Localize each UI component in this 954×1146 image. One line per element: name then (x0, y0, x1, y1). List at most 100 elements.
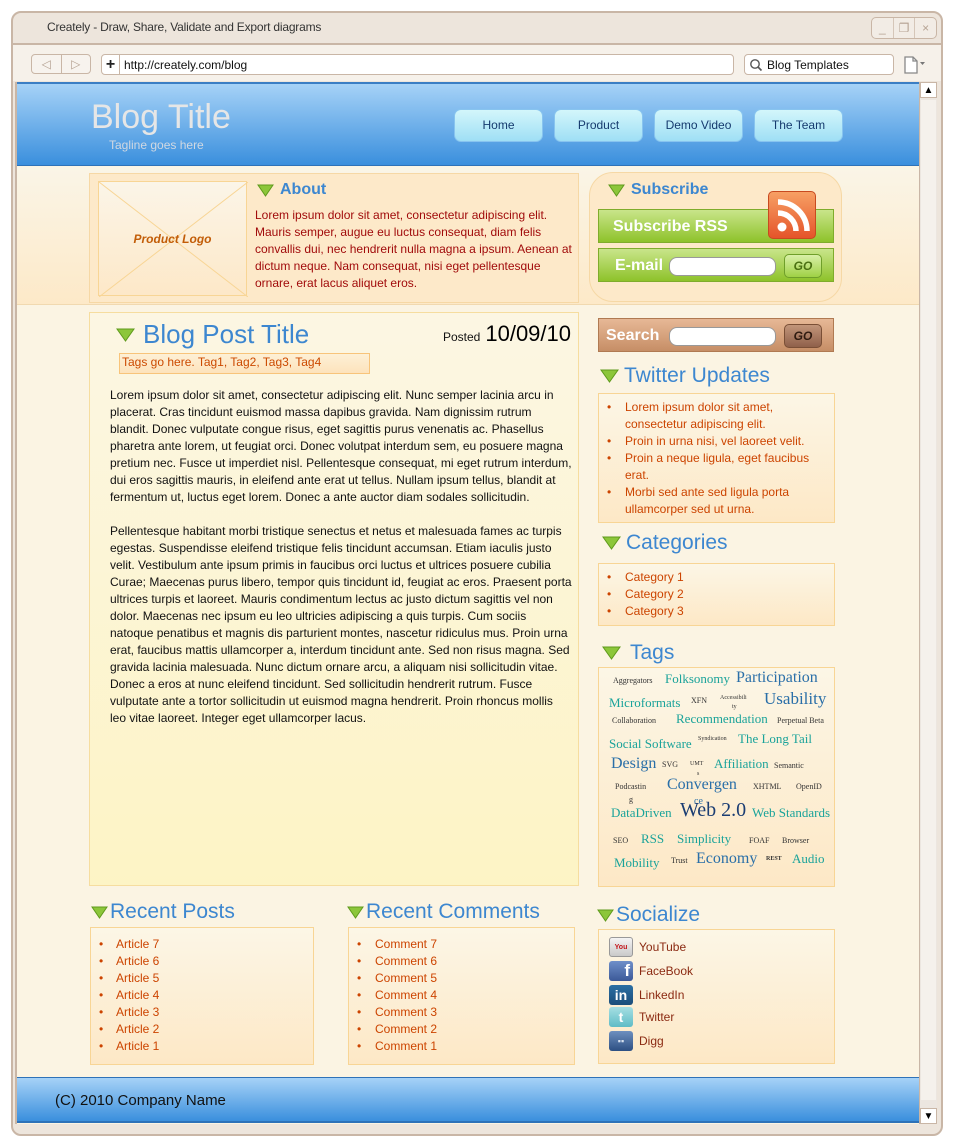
tweet-item[interactable]: • Lorem ipsum dolor sit amet, consectetur… (607, 399, 834, 433)
tag-link[interactable]: Design (611, 755, 656, 773)
recent-comment-item[interactable]: • Comment 3 (357, 1004, 574, 1021)
tag-link[interactable]: Browser (782, 836, 809, 845)
recent-comment-item[interactable]: • Comment 5 (357, 970, 574, 987)
email-go-button[interactable]: GO (784, 254, 822, 278)
tweet-item[interactable]: • Morbi sed ante sed ligula porta ullamco… (607, 484, 834, 518)
recent-comment-item[interactable]: • Comment 4 (357, 987, 574, 1004)
tag-link[interactable]: Trust (671, 856, 688, 865)
post-title[interactable]: Blog Post Title (143, 319, 309, 350)
tag-link[interactable]: Semantic (774, 761, 804, 770)
recent-post-item[interactable]: • Article 7 (99, 936, 313, 953)
tag-link[interactable]: Web 2.0 (680, 799, 746, 822)
url-text[interactable]: http://creately.com/blog (120, 58, 247, 72)
tag-link[interactable]: Collaboration (612, 716, 656, 725)
email-input[interactable] (669, 257, 776, 276)
tag-link[interactable]: XFN (691, 696, 707, 705)
tweet-item[interactable]: • Proin a neque ligula, eget faucibus era… (607, 450, 834, 484)
recent-comment-item[interactable]: • Comment 6 (357, 953, 574, 970)
tag-link[interactable]: Recommendation (676, 711, 768, 727)
recent-post-item[interactable]: • Article 5 (99, 970, 313, 987)
rss-icon[interactable] (768, 191, 816, 239)
about-title: About (280, 181, 327, 198)
scroll-thumb[interactable] (921, 100, 936, 1100)
browser-search-field[interactable]: Blog Templates (744, 54, 894, 75)
tag-link[interactable]: Perpetual Beta (777, 716, 824, 725)
category-item[interactable]: • Category 3 (607, 603, 834, 620)
vertical-scrollbar[interactable]: ▲ ▼ (919, 82, 937, 1124)
recent-post-item[interactable]: • Article 2 (99, 1021, 313, 1038)
tag-link[interactable]: Convergen (667, 776, 737, 794)
social-youtube[interactable]: You YouTube (609, 937, 686, 957)
forward-icon[interactable]: ▷ (62, 55, 91, 73)
tag-link[interactable]: ty (732, 704, 737, 710)
restore-icon[interactable]: ❐ (894, 18, 916, 38)
tag-link[interactable]: Economy (696, 850, 757, 868)
recent-posts-list: • Article 7 • Article 6 • Article 5 • Articl… (90, 927, 314, 1065)
back-icon[interactable]: ◁ (32, 55, 62, 73)
tag-link[interactable]: FOAF (749, 836, 769, 845)
plus-icon[interactable]: + (102, 55, 120, 74)
category-item[interactable]: • Category 2 (607, 586, 834, 603)
page-menu-icon[interactable] (903, 56, 927, 74)
blog-title[interactable]: Blog Title (91, 98, 231, 137)
recent-comment-item[interactable]: • Comment 1 (357, 1038, 574, 1055)
tag-link[interactable]: DataDriven (611, 805, 672, 821)
tag-link[interactable]: SVG (662, 760, 678, 769)
close-icon[interactable]: × (915, 18, 936, 38)
tag-link[interactable]: g (629, 795, 633, 804)
tag-link[interactable]: The Long Tail (738, 731, 812, 747)
tag-link[interactable]: OpenID (796, 782, 822, 791)
recent-post-item[interactable]: • Article 4 (99, 987, 313, 1004)
recent-comment-item[interactable]: • Comment 7 (357, 936, 574, 953)
social-linkedin[interactable]: in LinkedIn (609, 985, 684, 1005)
tag-link[interactable]: Simplicity (677, 831, 731, 847)
search-go-button[interactable]: GO (784, 324, 822, 348)
tag-link[interactable]: Participation (736, 669, 818, 687)
nav-demo-video[interactable]: Demo Video (654, 109, 743, 142)
address-bar[interactable]: + http://creately.com/blog (101, 54, 734, 75)
tag-link[interactable]: Folksonomy (665, 671, 730, 687)
tag-link[interactable]: Affiliation (714, 756, 769, 772)
category-item[interactable]: • Category 1 (607, 569, 834, 586)
search-icon (745, 58, 767, 72)
tag-link[interactable]: Usability (764, 689, 826, 709)
tag-link[interactable]: XHTML (753, 782, 781, 791)
scroll-down-icon[interactable]: ▼ (920, 1108, 937, 1124)
tag-link[interactable]: SEO (613, 836, 628, 845)
nav-product[interactable]: Product (554, 109, 643, 142)
recent-comments-title: Recent Comments (366, 900, 540, 923)
recent-post-item[interactable]: • Article 1 (99, 1038, 313, 1055)
recent-post-item[interactable]: • Article 6 (99, 953, 313, 970)
blog-post: Blog Post Title Posted 10/09/10 Tags go … (89, 312, 579, 886)
collapse-triangle-icon (602, 646, 621, 660)
tag-link[interactable]: REST (766, 856, 782, 862)
scroll-up-icon[interactable]: ▲ (920, 82, 937, 98)
tag-link[interactable]: Syndication (698, 736, 727, 742)
categories-title: Categories (626, 531, 728, 554)
recent-post-item[interactable]: • Article 3 (99, 1004, 313, 1021)
recent-comment-item[interactable]: • Comment 2 (357, 1021, 574, 1038)
tag-link[interactable]: Audio (792, 851, 825, 867)
tag-link[interactable]: Accessibili (720, 695, 747, 701)
search-input[interactable] (669, 327, 776, 346)
social-facebook[interactable]: f FaceBook (609, 961, 693, 981)
page-viewport: Blog Title Tagline goes here Home Produc… (15, 82, 919, 1124)
tweet-item[interactable]: • Proin in urna nisi, vel laoreet velit. (607, 433, 834, 450)
tag-link[interactable]: Social Software (609, 736, 692, 752)
tag-link[interactable]: Podcastin (615, 782, 646, 791)
social-twitter[interactable]: t Twitter (609, 1007, 674, 1027)
social-digg[interactable]: ▪▪ Digg (609, 1031, 664, 1051)
tag-link[interactable]: Web Standards (752, 805, 830, 821)
nav-the-team[interactable]: The Team (754, 109, 843, 142)
tag-link[interactable]: Mobility (614, 855, 660, 871)
post-tags[interactable]: Tags go here. Tag1, Tag2, Tag3, Tag4 (119, 353, 370, 374)
tag-link[interactable]: UMT (690, 761, 703, 767)
tag-link[interactable]: Aggregators (613, 676, 653, 685)
collapse-triangle-icon (116, 328, 135, 342)
tag-link[interactable]: Microformats (609, 695, 680, 711)
nav-home[interactable]: Home (454, 109, 543, 142)
tag-link[interactable]: RSS (641, 831, 664, 847)
browser-search-value[interactable]: Blog Templates (767, 58, 849, 72)
minimize-icon[interactable]: _ (872, 18, 894, 38)
youtube-icon: You (609, 937, 633, 957)
